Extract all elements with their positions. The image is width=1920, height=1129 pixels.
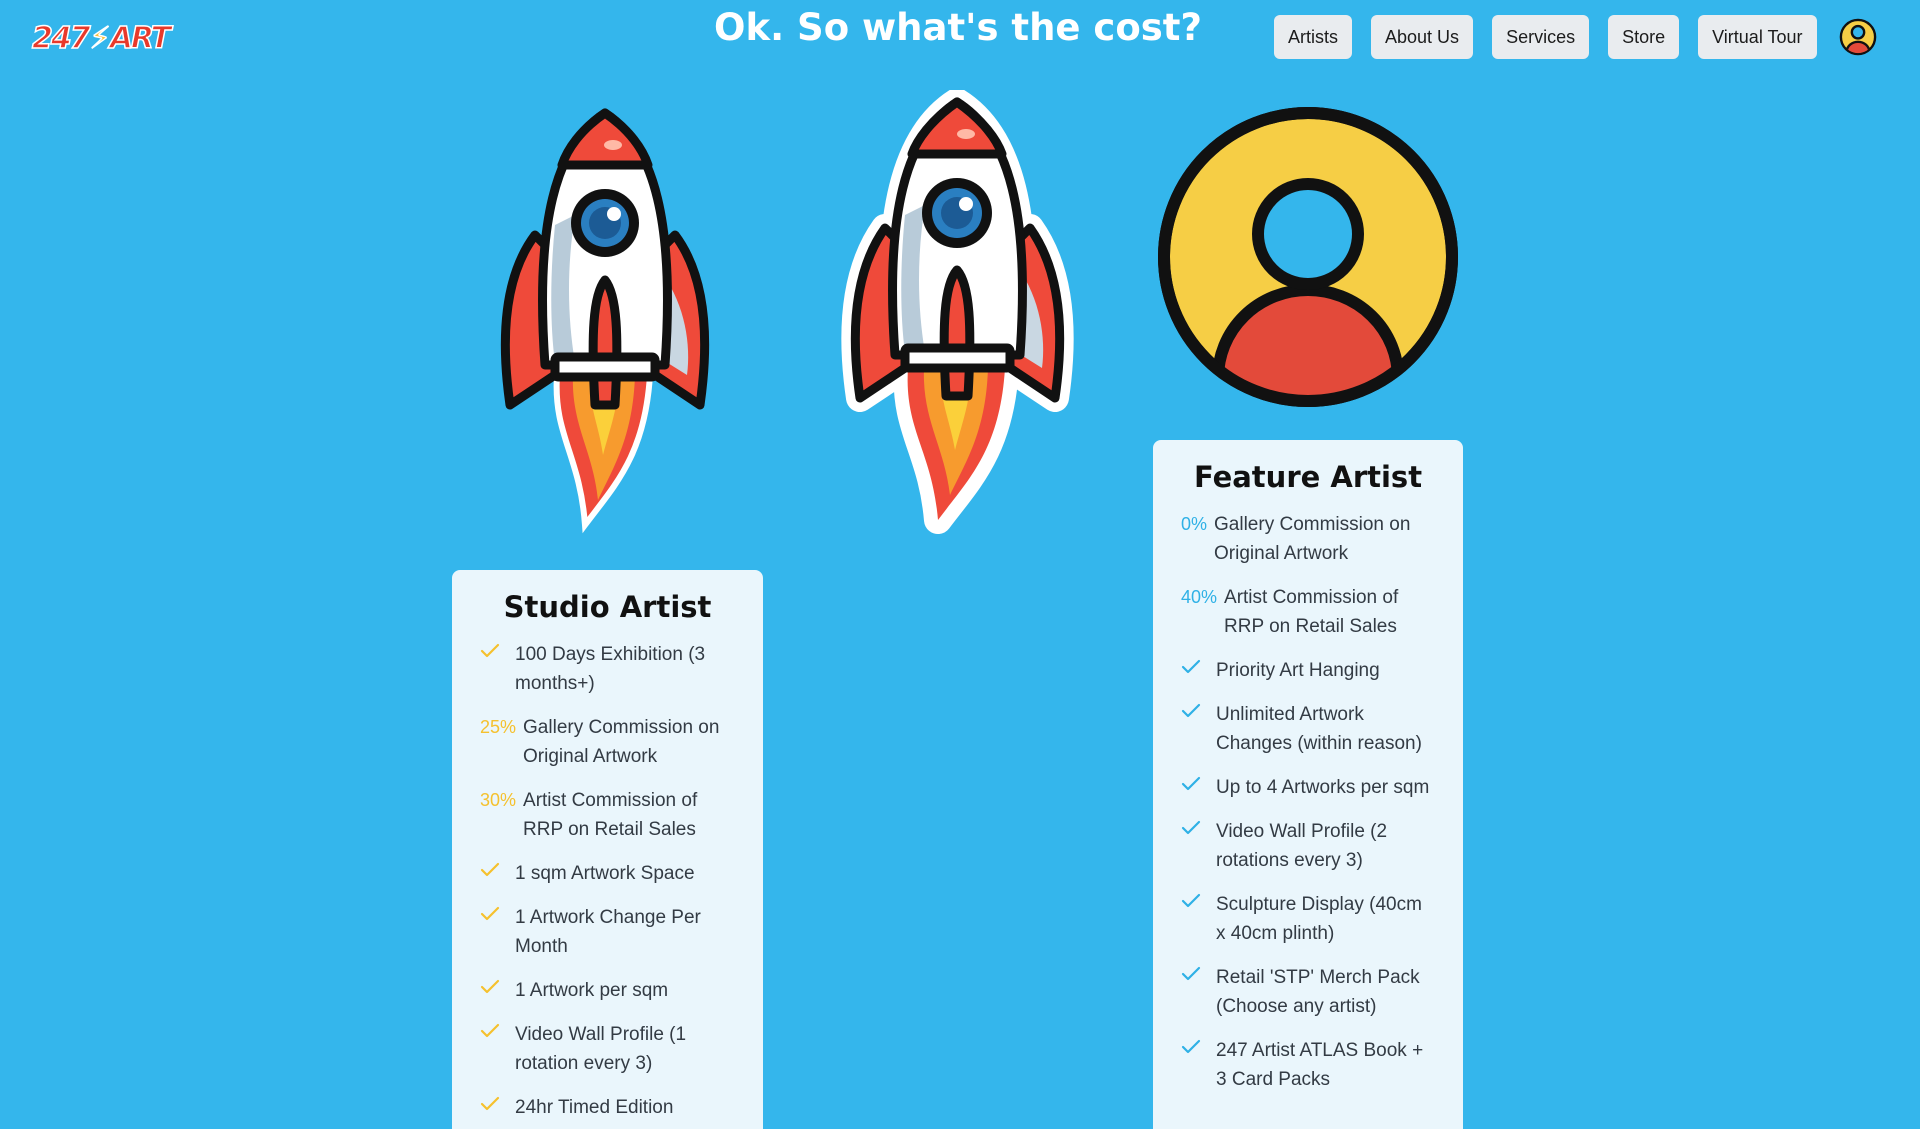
feature-artist-card: Feature Artist 0% Gallery Commission on O… xyxy=(1153,440,1463,1129)
feature-item: 1 Artwork Change Per Month xyxy=(480,903,735,961)
check-icon xyxy=(1181,963,1209,982)
nav-artists-button[interactable]: Artists xyxy=(1274,15,1353,59)
nav-services-button[interactable]: Services xyxy=(1492,15,1590,59)
feature-item: 100 Days Exhibition (3 months+) xyxy=(480,640,735,698)
check-icon xyxy=(480,640,508,659)
feature-card-title: Feature Artist xyxy=(1193,460,1423,494)
logo-text-left: 247 xyxy=(31,20,91,57)
feature-text: Gallery Commission on Original Artwork xyxy=(1214,514,1411,564)
feature-text: 1 Artwork Change Per Month xyxy=(515,907,701,957)
account-avatar-icon[interactable] xyxy=(1839,18,1877,56)
percentage-badge: 0% xyxy=(1181,514,1208,534)
feature-text: 1 sqm Artwork Space xyxy=(515,863,695,884)
studio-artist-card: Studio Artist 100 Days Exhibition (3 mon… xyxy=(452,570,763,1129)
site-logo[interactable]: 247 ⚡ ART xyxy=(31,16,172,60)
feature-item: 1 Artwork per sqm xyxy=(480,976,735,1005)
main-nav: Artists About Us Services Store Virtual … xyxy=(1274,15,1817,59)
check-icon xyxy=(1181,1036,1209,1055)
percentage-badge: 30% xyxy=(480,790,517,810)
user-avatar-icon xyxy=(1158,107,1458,407)
check-icon xyxy=(1181,773,1209,792)
logo-text-right: ART xyxy=(109,20,172,57)
feature-text: Up to 4 Artworks per sqm xyxy=(1216,777,1430,798)
page-title: Ok. So what's the cost? xyxy=(714,6,1202,49)
feature-item: 24hr Timed Edition xyxy=(480,1093,735,1122)
percentage-badge: 40% xyxy=(1181,587,1218,607)
feature-item: 40% Artist Commission of RRP on Retail Sa… xyxy=(1181,583,1435,641)
feature-text: Priority Art Hanging xyxy=(1216,660,1380,681)
percentage-badge: 25% xyxy=(480,717,517,737)
feature-item: 25% Gallery Commission on Original Artwor… xyxy=(480,713,735,771)
feature-item: Unlimited Artwork Changes (within reason… xyxy=(1181,700,1435,758)
feature-text: Retail 'STP' Merch Pack (Choose any arti… xyxy=(1216,967,1420,1017)
feature-item: Retail 'STP' Merch Pack (Choose any arti… xyxy=(1181,963,1435,1021)
feature-text: 247 Artist ATLAS Book + 3 Card Packs xyxy=(1216,1040,1424,1090)
check-icon xyxy=(480,903,508,922)
check-icon xyxy=(1181,817,1209,836)
feature-feature-list: 0% Gallery Commission on Original Artwork… xyxy=(1181,510,1435,1094)
feature-text: 1 Artwork per sqm xyxy=(515,980,669,1001)
check-icon xyxy=(480,859,508,878)
feature-item: 30% Artist Commission of RRP on Retail Sa… xyxy=(480,786,735,844)
check-icon xyxy=(1181,890,1209,909)
feature-item: 247 Artist ATLAS Book + 3 Card Packs xyxy=(1181,1036,1435,1094)
nav-store-button[interactable]: Store xyxy=(1608,15,1680,59)
check-icon xyxy=(480,1020,508,1039)
feature-text: Sculpture Display (40cm x 40cm plinth) xyxy=(1216,894,1422,944)
lightning-bolt-icon: ⚡ xyxy=(89,20,112,57)
rocket-icon xyxy=(500,108,710,534)
pricing-page: 247 ⚡ ART Ok. So what's the cost? Artist… xyxy=(0,0,1920,1129)
studio-card-title: Studio Artist xyxy=(503,590,712,624)
rocket-icon xyxy=(841,90,1074,534)
check-icon xyxy=(1181,656,1209,675)
feature-item: Video Wall Profile (1 rotation every 3) xyxy=(480,1020,735,1078)
check-icon xyxy=(480,1093,508,1112)
check-icon xyxy=(480,976,508,995)
feature-text: Video Wall Profile (1 rotation every 3) xyxy=(515,1024,687,1074)
feature-text: Artist Commission of RRP on Retail Sales xyxy=(523,790,698,840)
check-icon xyxy=(1181,700,1209,719)
feature-text: Unlimited Artwork Changes (within reason… xyxy=(1216,704,1422,754)
feature-item: 1 sqm Artwork Space xyxy=(480,859,735,888)
feature-item: Up to 4 Artworks per sqm xyxy=(1181,773,1435,802)
studio-feature-list: 100 Days Exhibition (3 months+) 25% Galler… xyxy=(480,640,735,1122)
feature-text: 24hr Timed Edition xyxy=(515,1097,674,1118)
feature-item: Sculpture Display (40cm x 40cm plinth) xyxy=(1181,890,1435,948)
feature-text: Artist Commission of RRP on Retail Sales xyxy=(1224,587,1399,637)
feature-item: Video Wall Profile (2 rotations every 3) xyxy=(1181,817,1435,875)
feature-text: 100 Days Exhibition (3 months+) xyxy=(515,644,706,694)
feature-text: Video Wall Profile (2 rotations every 3) xyxy=(1216,821,1388,871)
nav-virtual-tour-button[interactable]: Virtual Tour xyxy=(1698,15,1817,59)
feature-item: 0% Gallery Commission on Original Artwork xyxy=(1181,510,1435,568)
feature-item: Priority Art Hanging xyxy=(1181,656,1435,685)
nav-about-us-button[interactable]: About Us xyxy=(1371,15,1474,59)
feature-text: Gallery Commission on Original Artwork xyxy=(523,717,720,767)
